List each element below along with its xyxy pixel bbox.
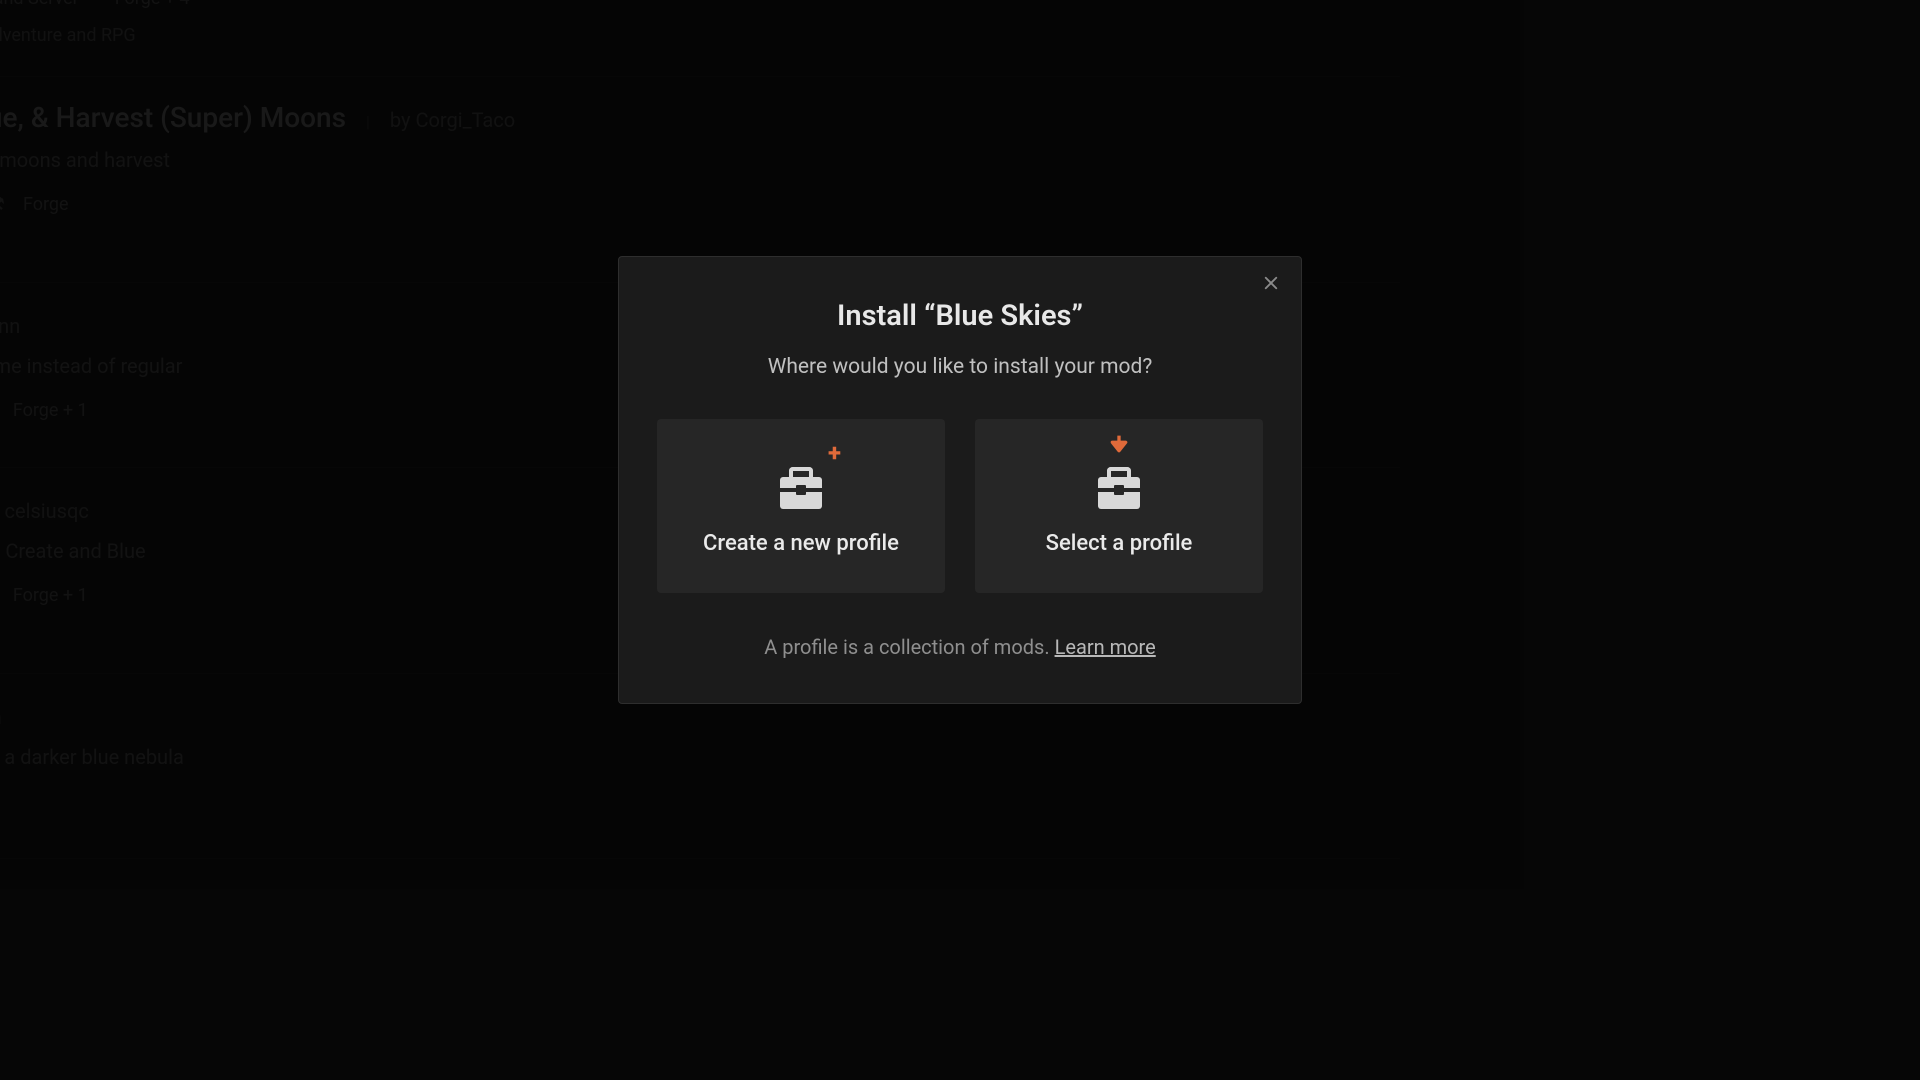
close-icon bbox=[1262, 274, 1280, 292]
footer-text: A profile is a collection of mods. bbox=[764, 635, 1054, 659]
modal-overlay: Install “Blue Skies” Where would you lik… bbox=[0, 0, 1920, 1080]
create-profile-label: Create a new profile bbox=[703, 531, 899, 556]
select-profile-label: Select a profile bbox=[1046, 531, 1193, 556]
modal-title: Install “Blue Skies” bbox=[655, 299, 1265, 333]
learn-more-link[interactable]: Learn more bbox=[1055, 635, 1156, 659]
create-profile-card[interactable]: + Create a new profile bbox=[657, 419, 945, 593]
modal-footer: A profile is a collection of mods. Learn… bbox=[655, 635, 1265, 659]
close-button[interactable] bbox=[1259, 271, 1283, 295]
install-modal: Install “Blue Skies” Where would you lik… bbox=[618, 256, 1302, 704]
plus-icon: + bbox=[828, 441, 841, 465]
select-profile-card[interactable]: Select a profile bbox=[975, 419, 1263, 593]
select-profile-icon bbox=[1093, 457, 1145, 509]
create-profile-icon: + bbox=[775, 457, 827, 509]
option-row: + Create a new profile Select a profile bbox=[655, 419, 1265, 593]
arrow-down-icon bbox=[1109, 435, 1129, 457]
modal-subtitle: Where would you like to install your mod… bbox=[655, 355, 1265, 379]
